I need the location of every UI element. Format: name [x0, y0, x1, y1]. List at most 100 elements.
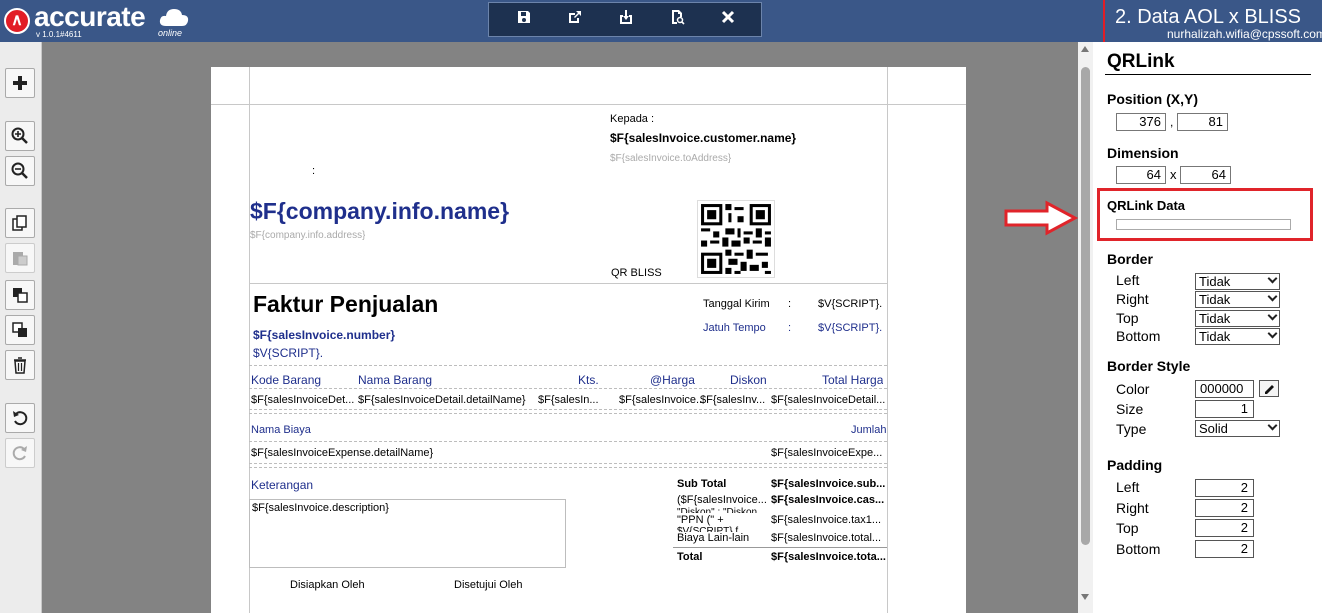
padding-right-input[interactable]: 2: [1195, 499, 1254, 517]
zoom-in-button[interactable]: [5, 121, 35, 151]
col-total-harga[interactable]: Total Harga: [822, 373, 883, 387]
page-title: 2. Data AOL x BLISS: [1115, 6, 1302, 28]
jatuh-tempo-value[interactable]: $V{SCRIPT}.: [818, 322, 882, 334]
import-icon[interactable]: [615, 9, 637, 31]
bring-front-button[interactable]: [5, 280, 35, 310]
detail-diskon-field[interactable]: $F{salesInv...: [700, 394, 770, 406]
border-bottom-select[interactable]: Tidak: [1195, 328, 1280, 345]
ppn-field[interactable]: $F{salesInvoice.tax1...: [771, 514, 887, 526]
dimension-label: Dimension: [1107, 145, 1179, 161]
tanggal-kirim-label[interactable]: Tanggal Kirim: [703, 298, 770, 310]
detail-total-field[interactable]: $F{salesInvoiceDetail...: [771, 394, 887, 406]
close-icon[interactable]: [717, 9, 739, 31]
kepada-label[interactable]: Kepada :: [610, 113, 654, 125]
company-address-field[interactable]: $F{company.info.address}: [250, 230, 365, 241]
size-input[interactable]: 1: [1195, 400, 1254, 418]
padding-left-input[interactable]: 2: [1195, 479, 1254, 497]
total-field[interactable]: $F{salesInvoice.tota...: [771, 551, 887, 563]
padding-top-input[interactable]: 2: [1195, 519, 1254, 537]
sub-total-label[interactable]: Sub Total: [677, 478, 726, 490]
col-kts[interactable]: Kts.: [578, 373, 599, 387]
accurate-logo[interactable]: ∧ accurate v 1.0.1#4611 online: [2, 1, 192, 39]
properties-panel: QRLink Position (X,Y) 376 , 81 Dimension…: [1093, 42, 1322, 613]
position-y-input[interactable]: 81: [1177, 113, 1228, 131]
color-input[interactable]: 000000: [1195, 380, 1254, 398]
col-harga[interactable]: @Harga: [650, 373, 695, 387]
detail-kode-field[interactable]: $F{salesInvoiceDet...: [251, 394, 355, 406]
border-left-select[interactable]: Tidak: [1195, 273, 1280, 290]
scroll-down-icon[interactable]: [1081, 594, 1089, 600]
position-label: Position (X,Y): [1107, 91, 1198, 107]
biaya-lain-field[interactable]: $F{salesInvoice.total...: [771, 532, 887, 544]
scroll-thumb[interactable]: [1081, 67, 1090, 545]
design-canvas[interactable]: Kepada : $F{salesInvoice.customer.name} …: [42, 42, 1078, 613]
border-style-label: Border Style: [1107, 358, 1191, 374]
type-value: Solid: [1199, 421, 1228, 436]
company-name-field[interactable]: $F{company.info.name}: [250, 198, 509, 225]
col-kode-barang[interactable]: Kode Barang: [251, 373, 321, 387]
border-right-select[interactable]: Tidak: [1195, 291, 1280, 308]
description-field[interactable]: $F{salesInvoice.description}: [252, 502, 389, 514]
invoice-script-field[interactable]: $V{SCRIPT}.: [253, 346, 323, 360]
brand-name: accurate: [34, 1, 146, 32]
tanggal-kirim-separator[interactable]: :: [788, 298, 791, 310]
disetujui-label[interactable]: Disetujui Oleh: [454, 579, 522, 591]
keterangan-label[interactable]: Keterangan: [251, 478, 313, 492]
zoom-out-button[interactable]: [5, 156, 35, 186]
qr-code-element[interactable]: [697, 200, 775, 278]
save-icon[interactable]: [513, 9, 535, 31]
preview-icon[interactable]: [666, 9, 688, 31]
dashed-divider: [249, 388, 887, 389]
total-label[interactable]: Total: [677, 551, 702, 563]
description-box[interactable]: $F{salesInvoice.description}: [249, 499, 566, 568]
position-x-input[interactable]: 376: [1116, 113, 1166, 131]
panel-title-underline: [1105, 74, 1311, 75]
size-label: Size: [1116, 401, 1144, 417]
expense-amount-field[interactable]: $F{salesInvoiceExpe...: [771, 447, 887, 459]
disiapkan-label[interactable]: Disiapkan Oleh: [290, 579, 365, 591]
jatuh-tempo-label[interactable]: Jatuh Tempo: [703, 322, 766, 334]
nama-biaya-label[interactable]: Nama Biaya: [251, 424, 311, 436]
send-back-button[interactable]: [5, 315, 35, 345]
padding-bottom-input[interactable]: 2: [1195, 540, 1254, 558]
col-diskon[interactable]: Diskon: [730, 373, 767, 387]
color-picker-button[interactable]: [1259, 380, 1279, 397]
colon-label[interactable]: :: [312, 165, 315, 177]
detail-harga-field[interactable]: $F{salesInvoice...: [619, 394, 701, 406]
app-header: ∧ accurate v 1.0.1#4611 online 2. Data A…: [0, 0, 1322, 42]
border-bottom-label: Bottom: [1116, 328, 1161, 344]
jatuh-tempo-separator[interactable]: :: [788, 322, 791, 334]
invoice-number-field[interactable]: $F{salesInvoice.number}: [253, 328, 395, 342]
scroll-up-icon[interactable]: [1081, 46, 1089, 52]
vertical-scrollbar[interactable]: [1078, 42, 1093, 613]
col-nama-barang[interactable]: Nama Barang: [358, 373, 432, 387]
border-top-select[interactable]: Tidak: [1195, 310, 1280, 327]
discount-label[interactable]: ($F{salesInvoice...: [677, 494, 771, 506]
dimension-width-input[interactable]: 64: [1116, 166, 1166, 184]
sub-total-field[interactable]: $F{salesInvoice.sub...: [771, 478, 887, 490]
qr-label[interactable]: QR BLISS: [611, 267, 662, 279]
dimension-height-input[interactable]: 64: [1180, 166, 1231, 184]
expense-name-field[interactable]: $F{salesInvoiceExpense.detailName}: [251, 447, 433, 459]
discount-label-overflow[interactable]: "Diskon" : "Diskon: [677, 507, 771, 513]
detail-kts-field[interactable]: $F{salesIn...: [538, 394, 602, 406]
export-icon[interactable]: [564, 9, 586, 31]
discount-field[interactable]: $F{salesInvoice.cas...: [771, 494, 887, 506]
delete-button[interactable]: [5, 350, 35, 380]
to-address-field[interactable]: $F{salesInvoice.toAddress}: [610, 153, 731, 164]
undo-button[interactable]: [5, 403, 35, 433]
detail-name-field[interactable]: $F{salesInvoiceDetail.detailName}: [358, 394, 533, 406]
customer-name-field[interactable]: $F{salesInvoice.customer.name}: [610, 131, 796, 145]
tanggal-kirim-value[interactable]: $V{SCRIPT}.: [818, 298, 882, 310]
add-element-button[interactable]: [5, 68, 35, 98]
biaya-lain-label[interactable]: Biaya Lain-lain: [677, 532, 771, 544]
jumlah-label[interactable]: Jumlah: [851, 424, 886, 436]
redo-button[interactable]: [5, 438, 35, 468]
copy-button[interactable]: [5, 208, 35, 238]
type-select[interactable]: Solid: [1195, 420, 1280, 437]
ppn-label[interactable]: "PPN (" +: [677, 514, 771, 526]
invoice-title[interactable]: Faktur Penjualan: [253, 291, 438, 318]
padding-label: Padding: [1107, 457, 1163, 473]
paste-button[interactable]: [5, 243, 35, 273]
report-page[interactable]: Kepada : $F{salesInvoice.customer.name} …: [211, 67, 966, 613]
